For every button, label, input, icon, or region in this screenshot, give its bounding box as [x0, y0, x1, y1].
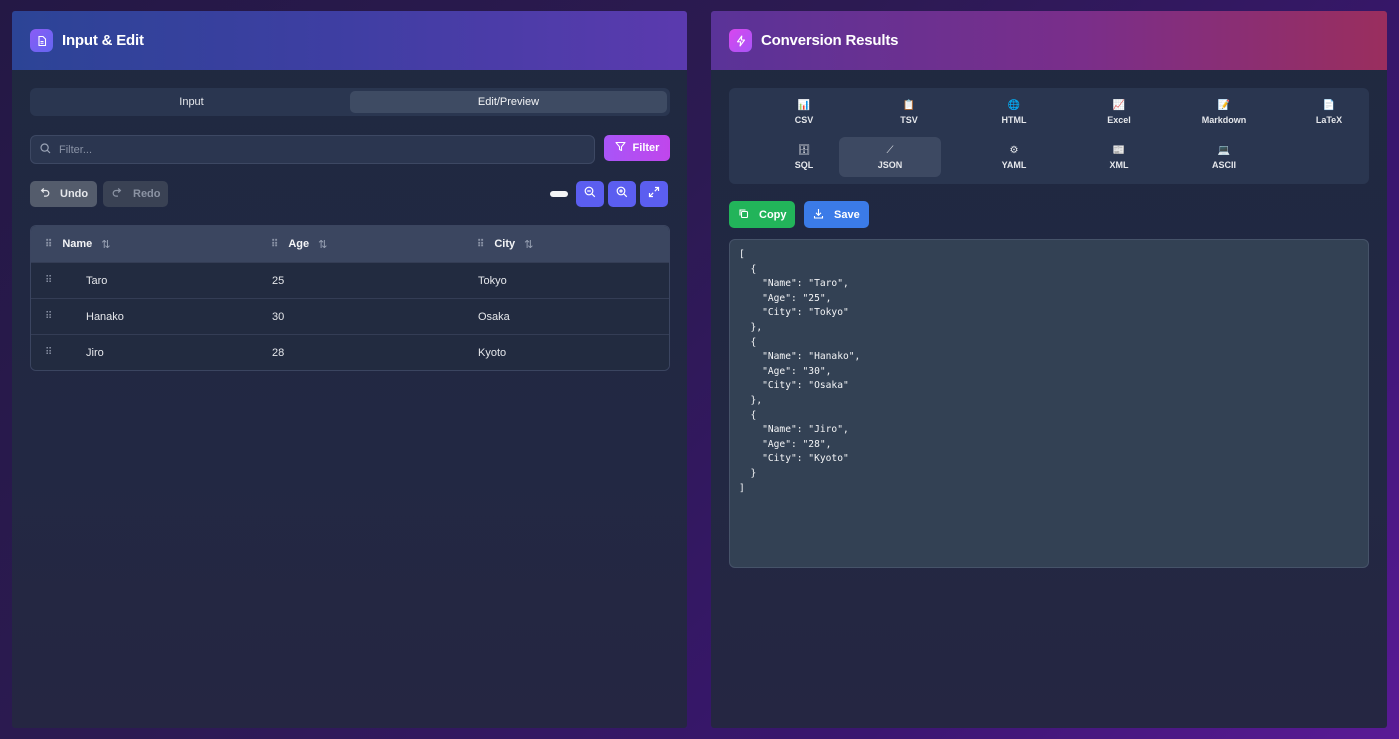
- document-icon: [30, 29, 53, 52]
- zoom-in-button[interactable]: [608, 181, 636, 207]
- sort-icon[interactable]: ⇅: [101, 238, 110, 251]
- funnel-icon: [614, 141, 626, 155]
- format-markdown[interactable]: 📝 Markdown: [1173, 92, 1275, 132]
- format-csv[interactable]: 📊 CSV: [753, 92, 855, 132]
- lightning-icon: [729, 29, 752, 52]
- table-row[interactable]: ⠿ Jiro 28 Kyoto: [31, 334, 669, 370]
- sort-icon[interactable]: ⇅: [524, 238, 533, 251]
- zoom-indicator: [550, 191, 568, 197]
- redo-icon: [112, 187, 123, 201]
- zoom-out-icon: [584, 185, 596, 203]
- mode-tabs: Input Edit/Preview: [30, 88, 670, 116]
- row-drag-handle-icon[interactable]: ⠿: [45, 311, 86, 322]
- format-html[interactable]: 🌐 HTML: [963, 92, 1065, 132]
- data-table: ⠿ Name ⇅ ⠿ Age ⇅ ⠿ City ⇅ ⠿ Taro 25 Toky…: [30, 225, 670, 371]
- column-header-name[interactable]: ⠿ Name ⇅: [31, 238, 258, 251]
- page-icon: 📄: [1322, 100, 1336, 111]
- filter-button[interactable]: Filter: [604, 135, 670, 161]
- format-excel[interactable]: 📈 Excel: [1068, 92, 1170, 132]
- undo-label: Undo: [60, 188, 89, 200]
- drag-handle-icon[interactable]: ⠿: [45, 239, 52, 250]
- undo-icon: [39, 187, 50, 201]
- copy-icon: [738, 208, 749, 222]
- input-edit-panel: Input & Edit Input Edit/Preview Filter U…: [12, 11, 687, 728]
- panel-title: Conversion Results: [761, 32, 899, 49]
- pen-icon: ⟋: [886, 145, 894, 156]
- cell-city[interactable]: Osaka: [478, 311, 510, 323]
- format-selector: 📊 CSV 📋 TSV 🌐 HTML 📈 Excel 📝 Markdown 📄 …: [729, 88, 1369, 184]
- format-ascii[interactable]: 💻 ASCII: [1173, 137, 1275, 177]
- conversion-results-panel: Conversion Results 📊 CSV 📋 TSV 🌐 HTML 📈 …: [711, 11, 1387, 728]
- cell-age[interactable]: 25: [272, 275, 478, 287]
- tab-edit-preview[interactable]: Edit/Preview: [350, 91, 667, 113]
- filter-button-label: Filter: [632, 142, 660, 154]
- column-header-city[interactable]: ⠿ City ⇅: [464, 238, 664, 251]
- filter-input[interactable]: [59, 143, 559, 156]
- cell-name[interactable]: Jiro: [86, 347, 272, 359]
- redo-button[interactable]: Redo: [103, 181, 168, 207]
- fullscreen-button[interactable]: [640, 181, 668, 207]
- input-edit-header: Input & Edit: [12, 11, 687, 70]
- memo-icon: 📝: [1217, 100, 1231, 111]
- drag-handle-icon[interactable]: ⠿: [477, 239, 484, 250]
- expand-icon: [648, 185, 660, 203]
- cell-age[interactable]: 30: [272, 311, 478, 323]
- format-xml[interactable]: 📰 XML: [1068, 137, 1170, 177]
- clipboard-icon: 📋: [902, 100, 916, 111]
- cell-name[interactable]: Taro: [86, 275, 272, 287]
- copy-label: Copy: [759, 208, 787, 221]
- json-output[interactable]: [ { "Name": "Taro", "Age": "25", "City":…: [729, 239, 1369, 568]
- zoom-out-button[interactable]: [576, 181, 604, 207]
- filter-field[interactable]: [30, 135, 595, 164]
- cell-age[interactable]: 28: [272, 347, 478, 359]
- format-json[interactable]: ⟋ JSON: [839, 137, 941, 177]
- gear-icon: ⚙: [1009, 145, 1019, 156]
- format-yaml[interactable]: ⚙ YAML: [963, 137, 1065, 177]
- sort-icon[interactable]: ⇅: [318, 238, 327, 251]
- chart-icon: 📊: [797, 100, 811, 111]
- download-icon: [813, 208, 824, 222]
- database-icon: 🗄: [797, 145, 811, 156]
- tab-input[interactable]: Input: [33, 91, 350, 113]
- save-label: Save: [834, 208, 860, 221]
- cell-city[interactable]: Kyoto: [478, 347, 506, 359]
- globe-icon: 🌐: [1007, 100, 1021, 111]
- panel-title: Input & Edit: [62, 32, 144, 49]
- table-row[interactable]: ⠿ Hanako 30 Osaka: [31, 298, 669, 334]
- column-header-age[interactable]: ⠿ Age ⇅: [258, 238, 464, 251]
- trend-chart-icon: 📈: [1112, 100, 1126, 111]
- copy-button[interactable]: Copy: [729, 201, 795, 228]
- newspaper-icon: 📰: [1112, 145, 1126, 156]
- redo-label: Redo: [133, 188, 161, 200]
- table-header: ⠿ Name ⇅ ⠿ Age ⇅ ⠿ City ⇅: [31, 226, 669, 262]
- cell-city[interactable]: Tokyo: [478, 275, 507, 287]
- zoom-in-icon: [616, 185, 628, 203]
- row-drag-handle-icon[interactable]: ⠿: [45, 347, 86, 358]
- format-latex[interactable]: 📄 LaTeX: [1278, 92, 1380, 132]
- conversion-results-header: Conversion Results: [711, 11, 1387, 70]
- format-tsv[interactable]: 📋 TSV: [858, 92, 960, 132]
- drag-handle-icon[interactable]: ⠿: [271, 239, 278, 250]
- save-button[interactable]: Save: [804, 201, 869, 228]
- laptop-icon: 💻: [1217, 145, 1231, 156]
- table-row[interactable]: ⠿ Taro 25 Tokyo: [31, 262, 669, 298]
- row-drag-handle-icon[interactable]: ⠿: [45, 275, 86, 286]
- search-icon: [40, 141, 51, 159]
- cell-name[interactable]: Hanako: [86, 311, 272, 323]
- undo-button[interactable]: Undo: [30, 181, 97, 207]
